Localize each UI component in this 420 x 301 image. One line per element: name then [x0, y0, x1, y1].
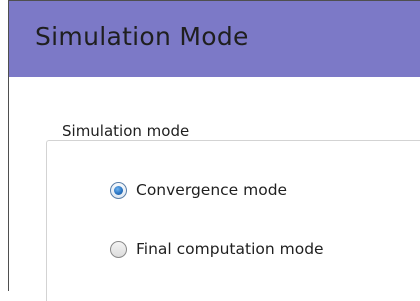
radio-selected-dot-icon: [114, 185, 123, 195]
dialog-title: Simulation Mode: [35, 22, 249, 51]
dialog-window: Simulation Mode Simulation mode Converge…: [0, 0, 420, 301]
final-computation-mode-label[interactable]: Final computation mode: [136, 240, 324, 258]
final-computation-mode-radio[interactable]: [110, 240, 127, 258]
title-bar: Simulation Mode: [9, 1, 420, 77]
groupbox-label: Simulation mode: [58, 122, 194, 140]
convergence-mode-label[interactable]: Convergence mode: [136, 181, 287, 199]
convergence-mode-option[interactable]: Convergence mode: [110, 178, 287, 202]
convergence-mode-radio[interactable]: [110, 181, 127, 199]
final-computation-mode-option[interactable]: Final computation mode: [110, 237, 324, 261]
simulation-mode-groupbox: [46, 140, 420, 301]
